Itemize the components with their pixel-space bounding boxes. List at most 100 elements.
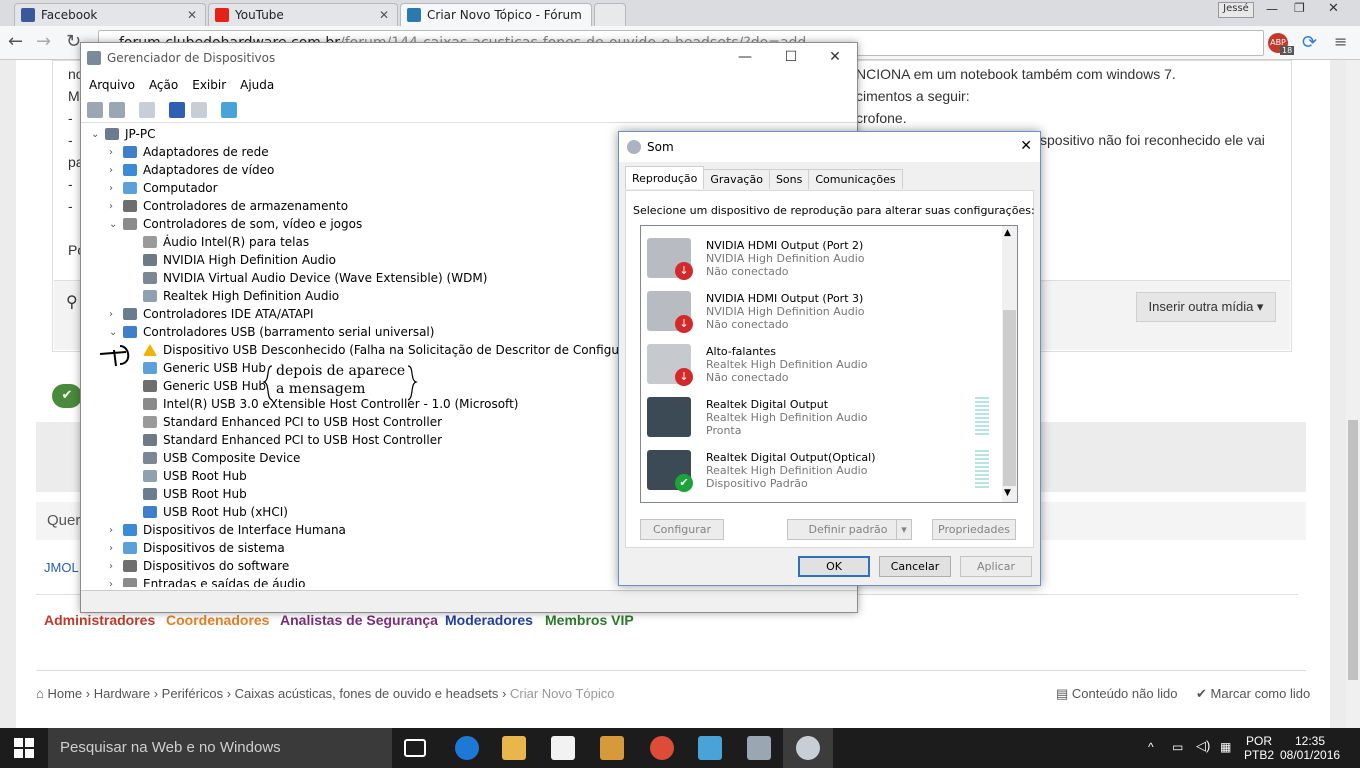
expand-chevron-right-icon[interactable]: › <box>109 147 113 158</box>
expand-chevron-right-icon[interactable]: › <box>109 579 113 588</box>
expand-chevron-right-icon[interactable]: › <box>109 201 113 212</box>
playback-device[interactable]: ↓ NVIDIA HDMI Output (Port 3) NVIDIA High … <box>641 285 1001 338</box>
expand-chevron-right-icon[interactable]: › <box>109 561 113 572</box>
expand-chevron-right-icon[interactable]: › <box>109 183 113 194</box>
set-default-button[interactable]: Definir padrão <box>787 519 909 540</box>
tree-item[interactable]: › Adaptadores de rede <box>109 143 269 161</box>
tree-item[interactable]: › Dispositivos de sistema <box>109 539 285 557</box>
jmol-link[interactable]: JMOL <box>44 560 79 575</box>
group-analistas[interactable]: Analistas de Segurança <box>280 612 438 628</box>
playback-device[interactable]: Realtek Digital Output Realtek High Defin… <box>641 391 1001 444</box>
group-coordenadores[interactable]: Coordenadores <box>166 612 269 628</box>
tree-item[interactable]: ⌄ Controladores de som, vídeo e jogos <box>109 215 362 233</box>
edge-icon[interactable] <box>455 736 479 760</box>
menu-exibir[interactable]: Exibir <box>192 78 226 92</box>
tab-gravacao[interactable]: Gravação <box>703 169 770 189</box>
group-membros-vip[interactable]: Membros VIP <box>545 612 634 628</box>
tree-item[interactable]: › Dispositivos do software <box>109 557 289 575</box>
menu-acao[interactable]: Ação <box>149 78 178 92</box>
tab-reproducao[interactable]: Reprodução <box>625 166 705 189</box>
scroll-down-icon[interactable]: ▼ <box>1004 488 1011 498</box>
ok-button[interactable]: OK <box>798 556 870 577</box>
device-manager-taskbar-icon[interactable] <box>747 736 771 760</box>
breadcrumb-item[interactable]: Caixas acústicas, fones de ouvido e head… <box>235 686 499 701</box>
tree-item[interactable]: NVIDIA High Definition Audio <box>143 251 336 269</box>
tree-item[interactable]: › Controladores de armazenamento <box>109 197 348 215</box>
reload-icon[interactable]: ↻ <box>66 31 81 52</box>
restore-icon[interactable]: ❐ <box>1294 1 1305 15</box>
tree-item[interactable]: Generic USB Hub <box>143 377 266 395</box>
tree-item[interactable]: › Controladores IDE ATA/ATAPI <box>109 305 314 323</box>
volume-icon[interactable]: ◁) <box>1196 739 1210 753</box>
back-icon[interactable] <box>87 101 103 118</box>
expand-chevron-right-icon[interactable]: › <box>109 309 113 320</box>
store-icon[interactable] <box>551 736 575 760</box>
expand-chevron-right-icon[interactable]: › <box>109 525 113 536</box>
configure-button[interactable]: Configurar <box>640 519 724 540</box>
sound-taskbar-icon[interactable] <box>796 736 820 760</box>
view-icon[interactable] <box>191 101 207 118</box>
tree-item[interactable]: Generic USB Hub <box>143 359 266 377</box>
windows-start-icon[interactable] <box>14 738 34 758</box>
menu-arquivo[interactable]: Arquivo <box>89 78 135 92</box>
unread-link[interactable]: ▤ Conteúdo não lido <box>1056 686 1177 702</box>
control-panel-icon[interactable] <box>698 736 722 760</box>
tree-item[interactable]: ⌄ Controladores USB (barramento serial un… <box>109 323 434 341</box>
scroll-up-icon[interactable]: ▲ <box>1004 228 1011 238</box>
media-player-icon[interactable] <box>600 736 624 760</box>
close-icon[interactable]: ✕ <box>815 49 855 65</box>
playback-device[interactable]: ✔ Realtek Digital Output(Optical) Realtek … <box>641 444 1001 497</box>
device-manager-titlebar[interactable]: Gerenciador de Dispositivos — ☐ ✕ <box>81 43 857 73</box>
chevron-down-icon[interactable]: ▾ <box>896 519 912 540</box>
forward-icon[interactable] <box>109 101 125 118</box>
tree-item[interactable]: USB Root Hub <box>143 485 247 503</box>
tree-item[interactable]: USB Composite Device <box>143 449 300 467</box>
scan-hardware-icon[interactable] <box>221 101 237 118</box>
close-icon[interactable]: ✕ <box>1020 138 1032 154</box>
tray-chevron-icon[interactable]: ^ <box>1148 740 1154 754</box>
sync-icon[interactable]: ⟳ <box>1302 32 1317 53</box>
clock[interactable]: 12:35 08/01/2016 <box>1280 734 1340 762</box>
breadcrumb-item[interactable]: Periféricos <box>162 686 223 701</box>
help-icon[interactable] <box>169 101 185 118</box>
tab-sons[interactable]: Sons <box>768 169 810 189</box>
maximize-icon[interactable]: ☐ <box>771 49 811 65</box>
mark-read-link[interactable]: ✔ Marcar como lido <box>1196 686 1310 702</box>
tree-item[interactable]: › Dispositivos de Interface Humana <box>109 521 346 539</box>
minimize-icon[interactable]: — <box>725 49 765 65</box>
expand-chevron-down-icon[interactable]: ⌄ <box>109 327 117 338</box>
expand-chevron-right-icon[interactable]: › <box>109 165 113 176</box>
playback-device-list[interactable]: ▲ ▼ ↓ NVIDIA HDMI Output (Port 2) NVIDIA H… <box>640 225 1018 503</box>
chrome-icon[interactable] <box>650 736 674 760</box>
insert-media-button[interactable]: Inserir outra mídia ▾ <box>1136 292 1276 322</box>
tree-item[interactable]: › Adaptadores de vídeo <box>109 161 274 179</box>
tree-item[interactable]: Realtek High Definition Audio <box>143 287 339 305</box>
close-icon[interactable]: ✕ <box>379 8 389 22</box>
minimize-icon[interactable]: — <box>1266 2 1278 16</box>
close-window-icon[interactable]: ✕ <box>1328 1 1339 16</box>
breadcrumb-item[interactable]: Hardware <box>94 686 150 701</box>
expand-chevron-down-icon[interactable]: ⌄ <box>109 219 117 230</box>
taskbar-search-input[interactable]: Pesquisar na Web e no Windows <box>48 728 392 768</box>
tab-forum[interactable]: Criar Novo Tópico - Fórum <box>400 3 592 26</box>
list-scrollbar-thumb[interactable] <box>1003 310 1016 486</box>
tab-comunicacoes[interactable]: Comunicações <box>808 169 903 189</box>
tab-facebook[interactable]: Facebook ✕ <box>14 3 206 26</box>
task-view-icon[interactable] <box>404 739 426 757</box>
tree-item[interactable]: Standard Enhanced PCI to USB Host Contro… <box>143 431 442 449</box>
playback-device[interactable]: ↓ NVIDIA HDMI Output (Port 2) NVIDIA High … <box>641 232 1001 285</box>
new-tab-button[interactable] <box>594 3 626 26</box>
page-scrollbar-thumb[interactable] <box>1348 420 1358 680</box>
tree-item[interactable]: NVIDIA Virtual Audio Device (Wave Extens… <box>143 269 487 287</box>
back-icon[interactable]: ← <box>8 31 23 52</box>
tree-item[interactable]: ⌄ JP-PC <box>91 125 155 143</box>
keyboard-icon[interactable]: ▦ <box>1220 740 1231 754</box>
language-indicator[interactable]: POR PTB2 <box>1244 734 1274 762</box>
tab-youtube[interactable]: YouTube ✕ <box>208 3 398 26</box>
tree-item[interactable]: › Entradas e saídas de áudio <box>109 575 305 587</box>
apply-button[interactable]: Aplicar <box>960 556 1032 577</box>
tree-item[interactable]: USB Root Hub <box>143 467 247 485</box>
tree-item[interactable]: Áudio Intel(R) para telas <box>143 233 309 251</box>
menu-ajuda[interactable]: Ajuda <box>240 78 274 92</box>
forward-icon[interactable]: → <box>36 31 51 52</box>
